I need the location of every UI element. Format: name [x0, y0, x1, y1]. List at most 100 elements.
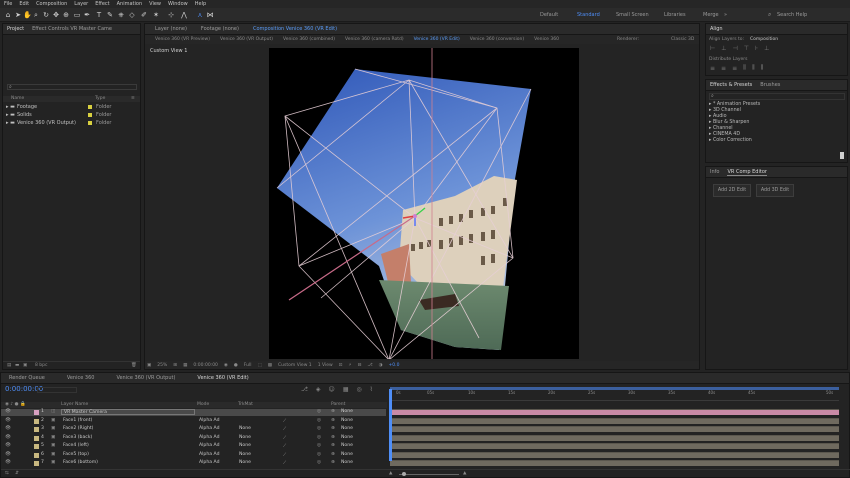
frame-blending-icon[interactable]: ▦: [343, 386, 349, 393]
effects-search-input[interactable]: ⌕: [709, 93, 845, 100]
tab-brushes[interactable]: Brushes: [760, 82, 780, 88]
layer-duration-bar[interactable]: [390, 451, 839, 458]
visibility-eye-icon[interactable]: 👁: [5, 443, 11, 448]
layer-parent[interactable]: None: [341, 418, 353, 423]
pen-switch-icon[interactable]: ⟋: [283, 443, 286, 449]
view-layout-dropdown[interactable]: 1 View: [318, 363, 333, 368]
parent-link-icon[interactable]: ⊕: [331, 443, 335, 448]
layer-duration-bar[interactable]: [390, 434, 839, 441]
zoom-slider[interactable]: [399, 474, 459, 475]
comp-tab[interactable]: Venice 360 (combined): [283, 37, 335, 42]
visibility-eye-icon[interactable]: 👁: [5, 435, 11, 440]
tab-info[interactable]: Info: [710, 169, 719, 175]
roto-brush-icon[interactable]: ✐: [140, 11, 148, 19]
layer-mode[interactable]: Alpha Ad: [199, 426, 220, 431]
zoom-slider-handle[interactable]: [402, 472, 406, 476]
comp-tab[interactable]: Venice 360 (VR Preview): [155, 37, 210, 42]
layer-duration-bar[interactable]: [390, 417, 839, 424]
align-hcenter-icon[interactable]: ⊥: [721, 45, 726, 52]
pen-switch-icon[interactable]: ⟋: [283, 452, 286, 458]
timecode-display[interactable]: 0:00:00:00: [193, 363, 218, 368]
parent-link-icon[interactable]: ⊕: [331, 409, 335, 414]
layer-duration-bar[interactable]: [390, 409, 839, 415]
world-axis-icon[interactable]: ⋏: [196, 11, 204, 19]
label-color-swatch[interactable]: [34, 435, 39, 441]
local-axis-icon[interactable]: ⊹: [167, 11, 175, 19]
pen-switch-icon[interactable]: ⟋: [283, 418, 286, 424]
layer-mode[interactable]: Alpha Ad: [199, 460, 220, 465]
transparency-grid-icon[interactable]: ▩: [268, 363, 272, 368]
distribute-icon[interactable]: ≡: [710, 65, 715, 72]
time-ruler[interactable]: 0s 05s 10s 15s 20s 25s 30s 35s 40s 45s 5…: [390, 389, 839, 401]
bpc-label[interactable]: 8 bpc: [35, 363, 47, 368]
column-trkmat[interactable]: TrkMat: [238, 402, 253, 407]
parent-link-icon[interactable]: ⊕: [331, 452, 335, 457]
column-parent[interactable]: Parent: [331, 402, 345, 407]
pickwhip-icon[interactable]: ◎: [317, 426, 321, 431]
layer-trkmat[interactable]: None: [239, 426, 251, 431]
search-icon[interactable]: ⌕: [768, 11, 771, 19]
tab-effects-presets[interactable]: Effects & Presets: [710, 82, 752, 88]
label-color-swatch[interactable]: [34, 427, 39, 432]
layer-duration-bar[interactable]: [390, 460, 839, 466]
menu-effect[interactable]: Effect: [95, 1, 109, 7]
align-left-icon[interactable]: ⊢: [710, 45, 715, 52]
project-item[interactable]: ▸ ▬ Footage Folder: [3, 104, 140, 111]
layer-parent[interactable]: None: [341, 435, 353, 440]
parent-link-icon[interactable]: ⊕: [331, 435, 335, 440]
column-name[interactable]: Name: [11, 96, 24, 101]
comp-tab-active[interactable]: Venice 360 (VR Edit): [414, 37, 460, 42]
zoom-in-icon[interactable]: ▲: [463, 471, 466, 476]
comp-canvas[interactable]: [269, 48, 579, 359]
zoom-dropdown[interactable]: 25%: [157, 363, 167, 368]
layer-parent[interactable]: None: [341, 443, 353, 448]
layer-row[interactable]: 👁 3 ▣ Face2 (Right) Alpha Ad None ⟋ ◎ ⊕ None: [1, 426, 386, 433]
pen-switch-icon[interactable]: ⟋: [283, 426, 286, 432]
menu-layer[interactable]: Layer: [74, 1, 88, 7]
color-channel-icon[interactable]: ●: [234, 363, 238, 368]
pen-tool-icon[interactable]: ✒: [83, 11, 91, 19]
tab-vr-comp-editor[interactable]: VR Comp Editor: [727, 169, 767, 176]
add-2d-edit-button[interactable]: Add 2D Edit: [713, 184, 751, 197]
pan-tool-icon[interactable]: ✥: [52, 11, 60, 19]
tab-effect-controls[interactable]: Effect Controls VR Master Came: [32, 26, 112, 32]
layer-parent[interactable]: None: [341, 426, 353, 431]
safe-zones-icon[interactable]: ⊞: [173, 363, 177, 368]
column-mode[interactable]: Mode: [197, 402, 209, 407]
parent-link-icon[interactable]: ⊕: [331, 460, 335, 465]
layer-name[interactable]: Face2 (Right): [61, 426, 195, 432]
region-of-interest-icon[interactable]: ⬚: [258, 363, 262, 368]
3d-view-dropdown[interactable]: Custom View 1: [278, 363, 312, 368]
label-color-swatch[interactable]: [34, 410, 39, 415]
timeline-search-input[interactable]: [37, 387, 77, 393]
toggle-pixel-icon[interactable]: ⊡: [339, 363, 343, 368]
fast-preview-icon[interactable]: ⚡: [348, 363, 351, 368]
tab-align[interactable]: Align: [710, 26, 723, 32]
visibility-eye-icon[interactable]: 👁: [5, 460, 11, 465]
pickwhip-icon[interactable]: ◎: [317, 452, 321, 457]
layer-parent[interactable]: None: [341, 452, 353, 457]
layer-mode[interactable]: Alpha Ad: [199, 435, 220, 440]
resolution-dropdown[interactable]: Full: [244, 363, 252, 368]
layer-trkmat[interactable]: None: [239, 443, 251, 448]
comp-tab[interactable]: Venice 360 (VR Output): [220, 37, 273, 42]
orbit-tool-icon[interactable]: ↻: [42, 11, 50, 19]
brush-tool-icon[interactable]: ✎: [106, 11, 114, 19]
menu-file[interactable]: File: [4, 1, 12, 7]
column-layer-name[interactable]: Layer Name: [61, 402, 88, 407]
label-color-swatch[interactable]: [34, 418, 39, 424]
delete-icon[interactable]: 🗑: [131, 363, 137, 368]
toggle-modes-icon[interactable]: ⇵: [15, 471, 19, 476]
tab-comp-active[interactable]: Venice 360 (VR Edit): [197, 375, 248, 381]
layer-name[interactable]: Face4 (left): [61, 443, 195, 449]
pickwhip-icon[interactable]: ◎: [317, 460, 321, 465]
distribute-icon[interactable]: ≡: [721, 65, 726, 72]
layer-row[interactable]: 👁 5 ▣ Face4 (left) Alpha Ad None ⟋ ◎ ⊕ None: [1, 443, 386, 450]
align-top-icon[interactable]: ⊤: [744, 45, 749, 52]
grid-icon[interactable]: ▦: [183, 363, 187, 368]
label-color-swatch[interactable]: [34, 444, 39, 449]
zoom-tool-icon[interactable]: ⌕: [32, 11, 40, 19]
layer-row[interactable]: 👁 4 ▣ Face3 (back) Alpha Ad None ⟋ ◎ ⊕ None: [1, 435, 386, 442]
workspace-merge[interactable]: Merge: [703, 12, 719, 18]
add-3d-edit-button[interactable]: Add 3D Edit: [756, 184, 794, 197]
